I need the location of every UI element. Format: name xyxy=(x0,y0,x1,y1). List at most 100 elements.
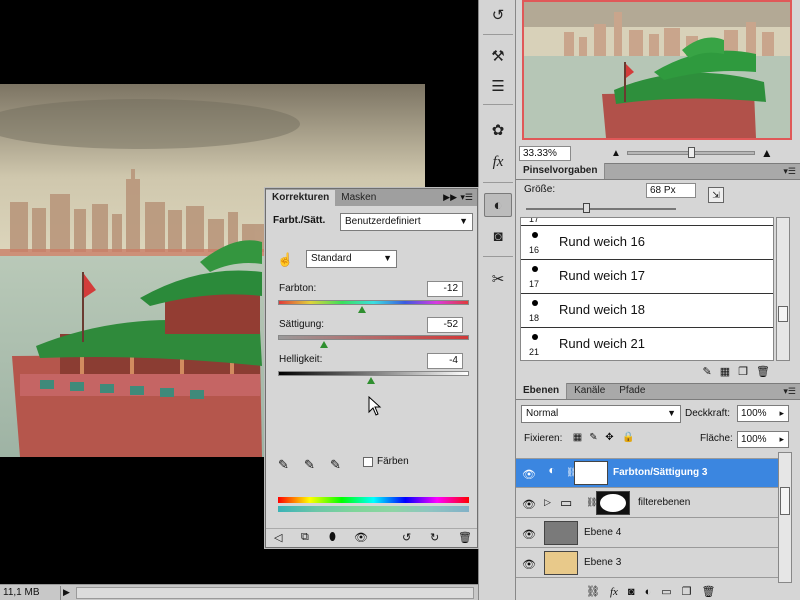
new-group-icon[interactable]: ▭ xyxy=(661,585,671,598)
layer-thumbnail[interactable] xyxy=(544,521,578,545)
lock-all-icon[interactable]: 🔒 xyxy=(622,432,634,443)
tab-layers[interactable]: Ebenen xyxy=(516,383,568,399)
layer-row[interactable]: 👁 Ebene 3 xyxy=(516,549,778,578)
link-layers-icon[interactable]: ⛓ xyxy=(586,585,600,598)
layer-row[interactable]: 👁 ▷ ▭ ⛓ filterebenen xyxy=(516,489,778,518)
masks-icon[interactable]: ◙ xyxy=(484,224,512,248)
navigator-thumbnail[interactable] xyxy=(522,0,792,140)
horizontal-scrollbar[interactable] xyxy=(76,586,474,599)
brushes-icon[interactable]: ✂ xyxy=(484,267,512,291)
panel-menu-icon[interactable]: ▾☰ xyxy=(460,192,473,203)
trash-icon[interactable]: 🗑 xyxy=(458,531,472,544)
layer-thumbnail[interactable] xyxy=(544,551,578,575)
zoom-in-icon[interactable]: ▲ xyxy=(761,146,773,160)
tab-channels[interactable]: Kanäle xyxy=(567,383,612,399)
channel-select[interactable]: Standard ▼ xyxy=(306,250,397,268)
back-arrow-icon[interactable]: ◁ xyxy=(274,531,282,544)
hue-slider[interactable] xyxy=(278,300,469,305)
tab-masks[interactable]: Masken xyxy=(335,190,382,206)
expand-view-icon[interactable]: ⧉ xyxy=(301,531,309,544)
brush-list-scrollbar[interactable] xyxy=(776,217,790,361)
scrollbar-thumb[interactable] xyxy=(778,306,788,322)
zoom-out-icon[interactable]: ▲ xyxy=(611,148,621,159)
trash-icon[interactable]: 🗑 xyxy=(702,585,716,598)
eyedropper-minus-icon[interactable]: ✎ xyxy=(330,457,341,473)
eye-icon[interactable]: 👁 xyxy=(521,498,537,511)
opacity-field[interactable]: 100% ▸ xyxy=(737,405,789,422)
tab-adjustments[interactable]: Korrekturen xyxy=(266,190,336,206)
new-preset-icon[interactable]: ❐ xyxy=(738,365,748,378)
lightness-slider[interactable] xyxy=(278,371,469,376)
list-item[interactable]: 21 Rund weich 21 xyxy=(521,328,773,360)
lock-transparency-icon[interactable]: ▦ xyxy=(572,432,583,443)
add-mask-icon[interactable]: ◙ xyxy=(628,586,635,598)
saturation-slider[interactable] xyxy=(278,335,469,340)
saturation-slider-thumb[interactable] xyxy=(320,341,328,348)
list-item[interactable]: 18 Rund weich 18 xyxy=(521,294,773,328)
tab-paths[interactable]: Pfade xyxy=(612,383,652,399)
clip-to-layer-icon[interactable]: ⬮ xyxy=(329,531,336,544)
trash-icon[interactable]: 🗑 xyxy=(756,365,770,378)
adjustment-layer-icon[interactable]: ◐ xyxy=(645,586,652,598)
styles-icon[interactable]: ✿ xyxy=(484,118,512,142)
fill-field[interactable]: 100% ▸ xyxy=(737,431,789,448)
lightness-slider-thumb[interactable] xyxy=(367,377,375,384)
adjustments-icon[interactable]: ◐ xyxy=(484,193,512,217)
new-brush-icon[interactable]: ⇲ xyxy=(708,187,724,203)
zoom-field[interactable]: 33.33% xyxy=(519,145,571,161)
layer-name[interactable]: Ebene 4 xyxy=(584,527,621,538)
history-icon[interactable]: ↺ xyxy=(484,3,512,27)
brush-size-field[interactable]: 68 Px xyxy=(646,183,696,198)
view-previous-icon[interactable]: ↺ xyxy=(402,531,411,544)
fx-icon[interactable]: fx xyxy=(484,150,512,174)
lock-pixels-icon[interactable]: ✎ xyxy=(588,432,599,443)
scrollbar-thumb[interactable] xyxy=(780,487,790,515)
blend-mode-select[interactable]: Normal ▼ xyxy=(521,405,681,423)
panel-menu-icon[interactable]: ▾☰ xyxy=(783,386,796,397)
layers-scrollbar[interactable] xyxy=(778,452,792,583)
preset-select[interactable]: Benutzerdefiniert ▼ xyxy=(340,213,473,231)
lightness-field[interactable]: -4 xyxy=(427,353,463,369)
layer-row[interactable]: 👁 ◐ ⛓ Farbton/Sättigung 3 xyxy=(516,459,778,488)
eye-icon[interactable]: 👁 xyxy=(521,528,537,541)
layer-name[interactable]: Farbton/Sättigung 3 xyxy=(613,467,707,478)
chevron-right-icon[interactable]: ▸ xyxy=(779,434,784,445)
tool-presets-icon[interactable]: ⚒ xyxy=(484,44,512,68)
panel-menu-icon[interactable]: ▾☰ xyxy=(783,166,796,177)
table-row[interactable] xyxy=(516,452,778,459)
actions-icon[interactable]: ☰ xyxy=(484,74,512,98)
target-adjust-hand-icon[interactable]: ☝ xyxy=(277,252,293,268)
eyedropper-plus-icon[interactable]: ✎ xyxy=(304,457,315,473)
chevron-right-icon[interactable]: ▸ xyxy=(779,408,784,419)
brush-size-slider[interactable] xyxy=(526,203,676,213)
lock-position-icon[interactable]: ✥ xyxy=(604,432,615,443)
layer-row[interactable]: 👁 Ebene 4 xyxy=(516,519,778,548)
layer-mask-thumbnail[interactable] xyxy=(574,461,608,485)
status-menu-arrow[interactable]: ▶ xyxy=(60,585,72,600)
group-mask-thumbnail[interactable] xyxy=(596,491,630,515)
reset-icon[interactable]: ↻ xyxy=(430,531,439,544)
layer-name[interactable]: Ebene 3 xyxy=(584,557,621,568)
eye-icon[interactable]: 👁 xyxy=(521,468,537,481)
grid-icon[interactable]: ▦ xyxy=(720,365,730,378)
hue-field[interactable]: -12 xyxy=(427,281,463,297)
list-item[interactable]: 17 xyxy=(521,218,773,226)
brush-size-thumb[interactable] xyxy=(583,203,590,213)
list-item[interactable]: 16 Rund weich 16 xyxy=(521,226,773,260)
list-item[interactable]: 17 Rund weich 17 xyxy=(521,260,773,294)
collapse-icon[interactable]: ▶▶ xyxy=(443,192,457,203)
eye-icon[interactable]: 👁 xyxy=(521,558,537,571)
brush-toggle-icon[interactable]: ✎ xyxy=(703,365,712,378)
colorize-checkbox[interactable] xyxy=(363,457,373,467)
eyedropper-icon[interactable]: ✎ xyxy=(278,457,289,473)
saturation-field[interactable]: -52 xyxy=(427,317,463,333)
layer-name[interactable]: filterebenen xyxy=(638,497,690,508)
zoom-slider-thumb[interactable] xyxy=(687,147,695,158)
hue-slider-thumb[interactable] xyxy=(358,306,366,313)
new-layer-icon[interactable]: ❐ xyxy=(682,585,692,598)
expand-triangle-icon[interactable]: ▷ xyxy=(544,497,551,508)
tab-brush-presets[interactable]: Pinselvorgaben xyxy=(516,163,606,179)
zoom-slider[interactable] xyxy=(626,147,755,158)
visibility-eye-icon[interactable]: 👁 xyxy=(354,531,368,544)
fx-icon[interactable]: fx xyxy=(610,586,618,598)
